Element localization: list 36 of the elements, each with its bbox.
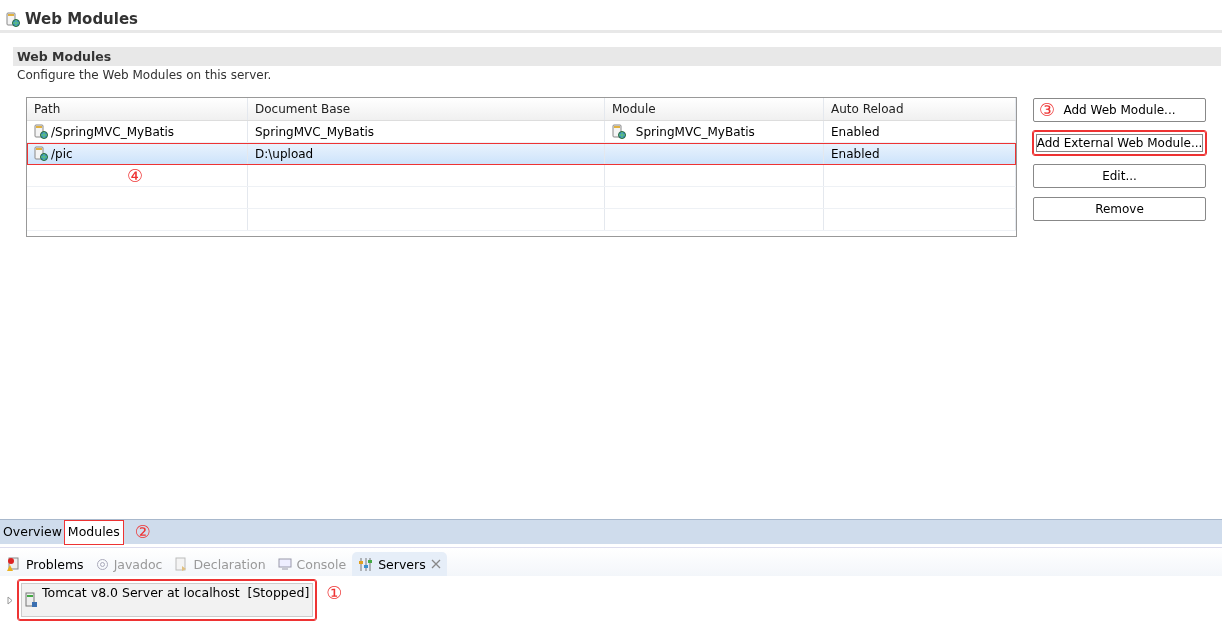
column-header[interactable]: Document Base	[248, 98, 605, 120]
section-description: Configure the Web Modules on this server.	[16, 67, 273, 84]
web-modules-icon	[6, 11, 20, 27]
monitor-icon	[277, 557, 292, 571]
annotation-number: ②	[134, 523, 151, 541]
column-header[interactable]: Path	[27, 98, 248, 120]
document-base-text: D:\upload	[255, 146, 314, 161]
module-button[interactable]: Edit...	[1033, 164, 1206, 188]
document-icon	[174, 556, 189, 572]
path-text: /pic	[51, 146, 73, 161]
module-button[interactable]: Remove	[1033, 197, 1206, 221]
server-icon	[25, 592, 38, 608]
view-tab[interactable]: Problems	[0, 552, 90, 576]
module-text: SpringMVC_MyBatis	[635, 124, 755, 139]
servers-icon	[358, 556, 374, 572]
collapsed-arrow-icon[interactable]	[6, 595, 14, 605]
module-button[interactable]: Add External Web Module...	[1033, 131, 1206, 155]
auto-reload-text: Enabled	[831, 124, 880, 139]
auto-reload-text: Enabled	[831, 146, 880, 161]
editor-title: Web Modules	[25, 10, 139, 28]
view-tab[interactable]: Servers	[352, 552, 447, 576]
editor-tab[interactable]: Overview	[0, 521, 65, 544]
annotation-number: ①	[326, 584, 343, 602]
server-item[interactable]: Tomcat v8.0 Server at localhost [Stopped]	[18, 580, 317, 620]
web-module-icon	[612, 124, 626, 139]
column-header[interactable]: Module	[605, 98, 824, 120]
close-icon[interactable]	[430, 559, 441, 569]
annotation-number: ④	[127, 167, 144, 185]
web-module-icon	[34, 146, 48, 161]
web-module-icon	[34, 124, 48, 139]
path-text: /SpringMVC_MyBatis	[51, 124, 175, 139]
problems-icon	[6, 556, 21, 572]
annotation-number: ③	[1039, 101, 1056, 119]
document-base-text: SpringMVC_MyBatis	[255, 124, 374, 139]
section-title: Web Modules	[13, 47, 1221, 66]
column-header[interactable]: Auto Reload	[824, 98, 1016, 120]
